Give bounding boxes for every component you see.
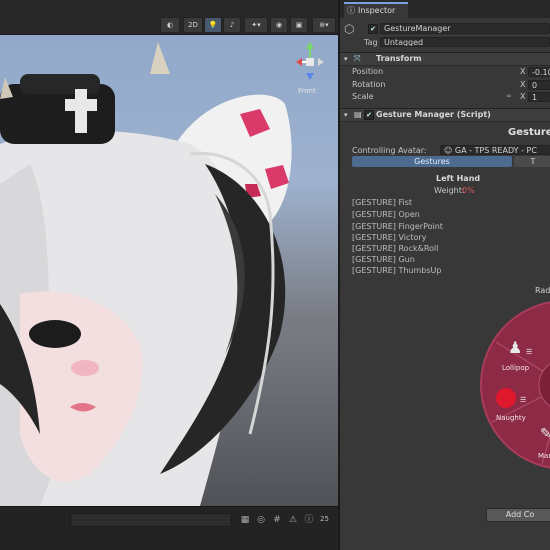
rotation-x-axis: X xyxy=(520,80,526,89)
camera-settings-icon[interactable]: ▣ xyxy=(290,17,308,33)
gesture-victory[interactable]: [GESTURE] Victory xyxy=(352,233,426,242)
gesture-fingerpoint[interactable]: [GESTURE] FingerPoint xyxy=(352,222,443,231)
radial-menu[interactable]: ♟ ☰ Lollipop ☰ Naughty ✎ ☰ Marker ⌂ B xyxy=(480,300,550,470)
object-active-checkbox[interactable]: ✔ xyxy=(368,24,378,34)
gesture-manager-heading: Gesture M xyxy=(508,127,550,138)
layers-icon[interactable]: ▦ xyxy=(240,515,250,525)
weight-value: 0% xyxy=(462,186,475,195)
tab-inspector-label: Inspector xyxy=(358,6,396,15)
component-enabled-checkbox[interactable]: ✔ xyxy=(364,110,374,120)
gesture-rockandroll[interactable]: [GESTURE] Rock&Roll xyxy=(352,244,438,253)
orientation-gizmo-icon[interactable] xyxy=(290,40,330,88)
audio-toggle-icon[interactable]: ♪ xyxy=(223,17,241,33)
avatar-render xyxy=(0,42,292,506)
rotation-x-field[interactable]: 0 xyxy=(528,80,550,90)
gesture-open[interactable]: [GESTURE] Open xyxy=(352,210,420,219)
controlling-avatar-value: GA - TPS READY - PC xyxy=(454,146,537,155)
grid-icon[interactable]: # xyxy=(272,515,282,525)
naughty-icon xyxy=(496,388,516,408)
rotation-label: Rotation xyxy=(352,80,386,89)
hand-title: Left Hand xyxy=(436,174,481,183)
scene-search-field[interactable] xyxy=(70,513,232,527)
lollipop-options-icon: ☰ xyxy=(526,348,533,356)
tab-gestures[interactable]: Gestures xyxy=(352,156,512,167)
gizmos-toggle-icon[interactable]: ⊕▾ xyxy=(312,17,336,33)
radial-item-lollipop[interactable]: Lollipop xyxy=(502,364,529,372)
info-icon[interactable]: ⓘ xyxy=(304,515,314,525)
gesture-fist[interactable]: [GESTURE] Fist xyxy=(352,198,412,207)
scale-link-icon[interactable]: ∞ xyxy=(506,92,512,100)
radial-item-naughty[interactable]: Naughty xyxy=(496,414,526,422)
scale-label: Scale xyxy=(352,92,374,101)
info-icon: ⓘ xyxy=(347,6,355,15)
script-icon: ▤ xyxy=(354,110,362,119)
weight-label: Weight: xyxy=(434,186,465,195)
transform-header[interactable]: ▾ ⤧ Transform xyxy=(340,52,550,66)
shading-mode-button[interactable]: ◐ xyxy=(160,17,180,33)
scale-x-axis: X xyxy=(520,92,526,101)
scene-status-bar: ▦ ◎ # ⚠ ⓘ 25 xyxy=(0,506,338,550)
radial-menu-title: Radi xyxy=(535,286,550,295)
eye-icon[interactable]: ◎ xyxy=(256,515,266,525)
scene-toolbar: ◐ 2D 💡 ♪ ✦▾ ◉ ▣ ⊕▾ xyxy=(0,0,338,35)
tag-label: Tag xyxy=(364,38,378,47)
scene-view[interactable]: ◐ 2D 💡 ♪ ✦▾ ◉ ▣ ⊕▾ Front ▦ ◎ # ⚠ ⓘ 25 xyxy=(0,0,338,550)
radial-dividers xyxy=(491,341,550,465)
transform-title: Transform xyxy=(376,54,422,63)
2d-toggle-button[interactable]: 2D xyxy=(183,17,203,33)
gameobject-cube-icon: ⬡ xyxy=(344,22,355,36)
position-label: Position xyxy=(352,67,384,76)
radial-item-marker[interactable]: Marker xyxy=(538,452,550,460)
tab-inspector[interactable]: ⓘ Inspector xyxy=(344,2,408,18)
naughty-options-icon: ☰ xyxy=(520,396,527,404)
position-x-field[interactable]: -0.102 xyxy=(528,67,550,77)
gizmo-view-label: Front xyxy=(298,87,316,95)
position-x-axis: X xyxy=(520,67,526,76)
lollipop-person-icon: ♟ xyxy=(508,338,523,357)
inspector-panel: ⓘ Inspector ⬡ ✔ GestureManager Tag Untag… xyxy=(338,0,550,550)
scale-x-field[interactable]: 1 xyxy=(528,92,550,102)
foldout-arrow-icon: ▾ xyxy=(344,111,348,119)
hidden-objects-icon[interactable]: ◉ xyxy=(270,17,288,33)
object-name-field[interactable]: GestureManager xyxy=(380,23,550,34)
effects-toggle-icon[interactable]: ✦▾ xyxy=(244,17,268,33)
foldout-arrow-icon: ▾ xyxy=(344,55,348,63)
component-title: Gesture Manager (Script) xyxy=(376,110,491,119)
gesture-thumbsup[interactable]: [GESTURE] ThumbsUp xyxy=(352,266,441,275)
marker-icon: ✎ xyxy=(540,426,550,442)
message-count: 25 xyxy=(320,515,329,523)
add-component-button[interactable]: Add Co xyxy=(486,508,550,522)
controlling-avatar-label: Controlling Avatar: xyxy=(352,146,427,155)
controlling-avatar-field[interactable]: ☺ GA - TPS READY - PC xyxy=(440,145,550,155)
transform-icon: ⤧ xyxy=(354,54,361,63)
tab-secondary[interactable]: T xyxy=(514,156,550,167)
gesture-gun[interactable]: [GESTURE] Gun xyxy=(352,255,415,264)
tag-dropdown[interactable]: Untagged xyxy=(380,37,550,47)
avatar-object-icon: ☺ xyxy=(444,146,453,155)
warning-icon[interactable]: ⚠ xyxy=(288,515,298,525)
lighting-toggle-icon[interactable]: 💡 xyxy=(204,17,222,33)
gesture-manager-header[interactable]: ▾ ▤ ✔ Gesture Manager (Script) xyxy=(340,108,550,122)
inspector-tab-bar: ⓘ Inspector xyxy=(340,0,550,18)
